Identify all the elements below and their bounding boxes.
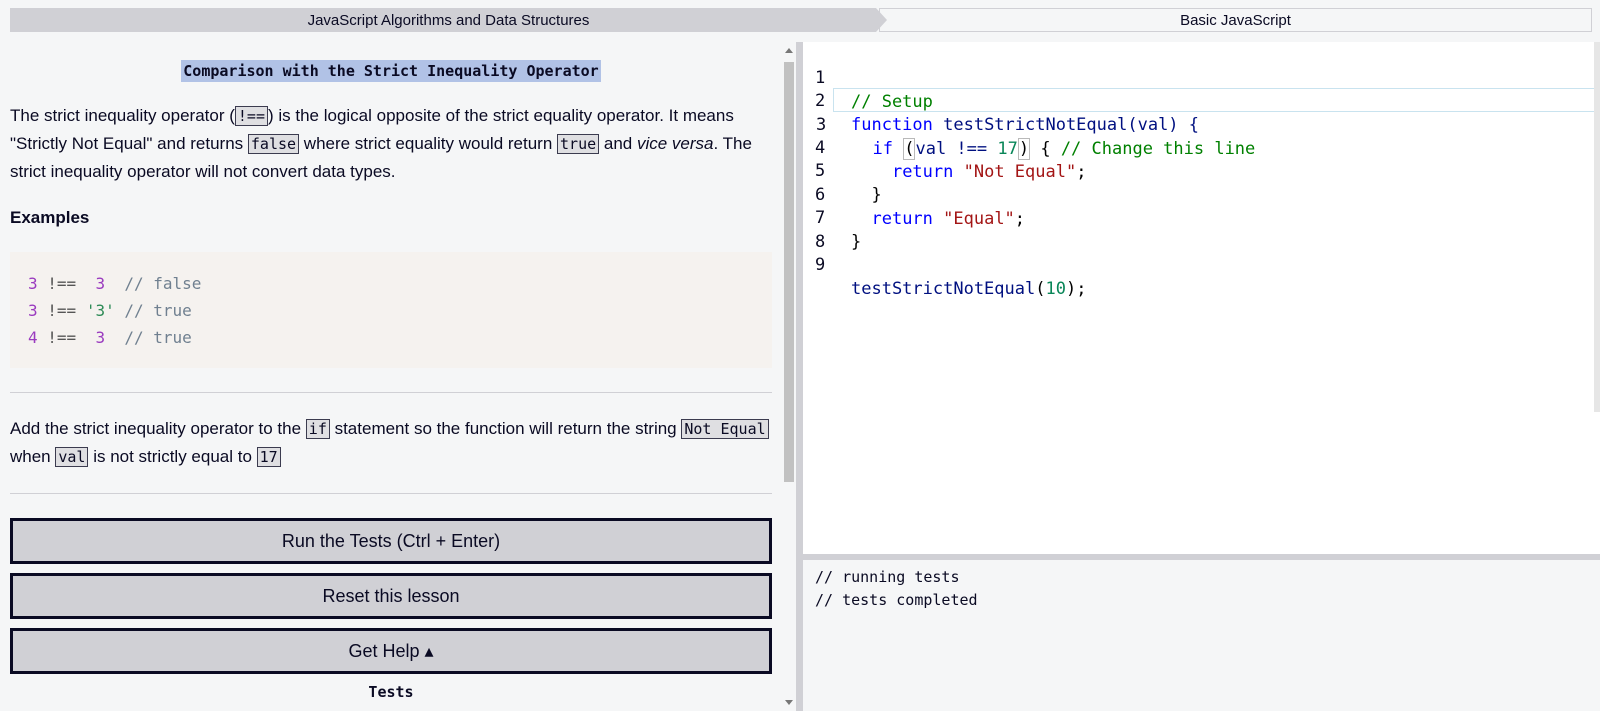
inline-code: 17	[256, 447, 281, 467]
code-line[interactable]: 6 return "Equal";	[803, 159, 1593, 229]
code-text: (	[1035, 279, 1046, 299]
scroll-up-arrow-icon[interactable]	[785, 48, 793, 53]
reset-lesson-label: Reset this lesson	[322, 585, 460, 606]
code-function-name: testStrictNotEqual	[851, 279, 1036, 299]
example-code-line: 3 !== 3 // false	[28, 270, 754, 297]
inline-code: val	[55, 447, 89, 467]
example-token-comment: // false	[105, 274, 202, 293]
challenge-title-text: Comparison with the Strict Inequality Op…	[181, 60, 601, 82]
line-number: 9	[815, 255, 826, 275]
instructions-pane: Comparison with the Strict Inequality Op…	[10, 42, 772, 711]
example-token-left: 3	[28, 274, 38, 293]
code-line[interactable]: 2 function testStrictNotEqual(val) {	[803, 65, 1593, 135]
challenge-description: The strict inequality operator (!==) is …	[10, 102, 772, 186]
line-number: 2	[815, 91, 826, 111]
pane-resize-handle[interactable]	[796, 42, 803, 711]
code-number: 10	[1045, 279, 1066, 299]
example-code-line: 4 !== 3 // true	[28, 324, 754, 351]
reset-lesson-button[interactable]: Reset this lesson	[10, 573, 772, 619]
example-token-right: '3'	[85, 301, 115, 320]
example-token-comment: // true	[105, 328, 192, 347]
inline-code: false	[247, 134, 300, 154]
console-line: // tests completed	[815, 591, 978, 609]
code-line[interactable]: 9 testStrictNotEqual(10);	[803, 229, 1593, 299]
example-token-right: 3	[95, 274, 106, 293]
get-help-button[interactable]: Get Help ▴	[10, 628, 772, 674]
code-text: );	[1065, 279, 1087, 299]
scrollbar-thumb[interactable]	[784, 62, 794, 482]
desc-text: where strict equality would return	[299, 134, 558, 153]
code-line[interactable]: 1 // Setup	[803, 42, 1593, 112]
console-line: // running tests	[815, 568, 960, 586]
example-token-op: !==	[37, 301, 86, 320]
examples-heading: Examples	[10, 208, 90, 227]
tests-heading: Tests	[368, 683, 414, 701]
desc-text: and	[599, 134, 637, 153]
code-editor[interactable]: 1 // Setup 2 function testStrictNotEqual…	[803, 42, 1600, 554]
code-line[interactable]: 4 return "Not Equal";	[803, 112, 1593, 182]
task-text: is not strictly equal to	[88, 447, 257, 466]
code-line[interactable]: 5 }	[803, 135, 1593, 205]
get-help-label: Get Help ▴	[348, 640, 434, 661]
code-line[interactable]: 7 }	[803, 182, 1593, 252]
divider	[10, 493, 772, 494]
task-description: Add the strict inequality operator to th…	[10, 415, 772, 471]
run-tests-button[interactable]: Run the Tests (Ctrl + Enter)	[10, 518, 772, 564]
console-output: // running tests // tests completed	[803, 560, 1600, 711]
task-text: statement so the function will return th…	[329, 419, 682, 438]
instructions-scrollbar[interactable]	[782, 42, 796, 711]
inline-code: !==	[234, 106, 268, 126]
example-code-line: 3 !== '3' // true	[28, 297, 754, 324]
inline-code: true	[557, 134, 600, 154]
challenge-title: Comparison with the Strict Inequality Op…	[10, 60, 772, 86]
divider	[10, 392, 772, 393]
examples-code-block: 3 !== 3 // false 3 !== '3' // true 4 !== 3…	[10, 252, 772, 368]
breadcrumb-superblock-link[interactable]: JavaScript Algorithms and Data Structure…	[10, 8, 887, 32]
editor-scrollbar[interactable]	[1594, 42, 1600, 412]
desc-text: The strict inequality operator (	[10, 106, 235, 125]
breadcrumb-superblock-label: JavaScript Algorithms and Data Structure…	[307, 11, 590, 29]
example-token-left: 4	[28, 328, 38, 347]
example-token-left: 3	[28, 301, 38, 320]
example-token-op: !==	[37, 328, 96, 347]
task-text: Add the strict inequality operator to th…	[10, 419, 306, 438]
breadcrumb-block-label: Basic JavaScript	[1180, 11, 1291, 29]
breadcrumb-block-link[interactable]: Basic JavaScript	[879, 8, 1592, 32]
task-text: when	[10, 447, 56, 466]
run-tests-label: Run the Tests (Ctrl + Enter)	[281, 530, 501, 551]
example-token-op: !==	[37, 274, 96, 293]
desc-emphasis: vice versa	[636, 134, 714, 153]
example-token-comment: // true	[114, 301, 192, 320]
breadcrumb: JavaScript Algorithms and Data Structure…	[10, 8, 1592, 32]
inline-code: if	[305, 419, 330, 439]
code-line-active[interactable]: 3 if (val !== 17) { // Change this line	[816, 88, 1600, 160]
inline-code: Not Equal	[681, 419, 769, 439]
scroll-down-arrow-icon[interactable]	[785, 700, 793, 705]
example-token-right: 3	[95, 328, 106, 347]
code-line[interactable]: 8	[803, 206, 1593, 252]
